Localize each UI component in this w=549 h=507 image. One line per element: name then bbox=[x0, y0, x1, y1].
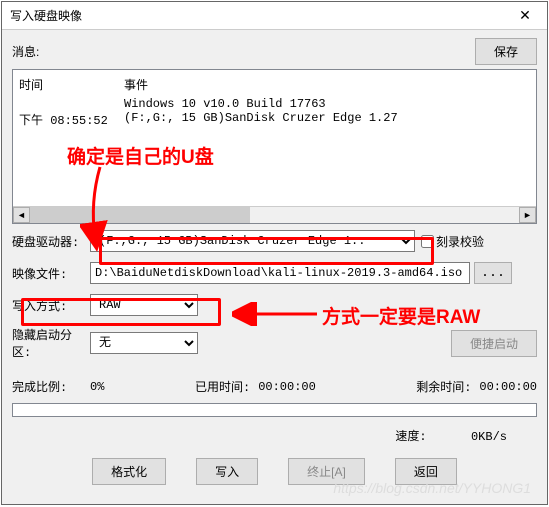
hidden-partition-label: 隐藏启动分区: bbox=[12, 326, 90, 360]
message-label: 消息: bbox=[12, 43, 475, 60]
close-button[interactable]: ✕ bbox=[503, 2, 547, 30]
remain-value: 00:00:00 bbox=[479, 380, 537, 394]
progress-pct-value: 0% bbox=[90, 380, 195, 394]
scroll-right-icon[interactable]: ► bbox=[519, 207, 536, 223]
method-label: 写入方式: bbox=[12, 297, 90, 314]
elapsed-value: 00:00:00 bbox=[258, 380, 316, 394]
progress-bar bbox=[12, 403, 537, 417]
scroll-thumb[interactable] bbox=[30, 207, 250, 223]
image-label: 映像文件: bbox=[12, 265, 90, 282]
verify-checkbox[interactable]: 刻录校验 bbox=[421, 233, 484, 250]
speed-label: 速度: bbox=[395, 430, 426, 444]
convenient-boot-button[interactable]: 便捷启动 bbox=[451, 330, 537, 357]
log-header-time: 时间 bbox=[19, 76, 124, 93]
progress-pct-label: 完成比例: bbox=[12, 378, 90, 395]
drive-select[interactable]: (F:,G:, 15 GB)SanDisk Cruzer Edge 1.: bbox=[90, 230, 415, 252]
scroll-track[interactable] bbox=[30, 207, 519, 223]
write-button[interactable]: 写入 bbox=[196, 458, 258, 485]
remain-label: 剩余时间: bbox=[416, 378, 471, 395]
image-path-input[interactable] bbox=[90, 262, 470, 284]
dialog-window: 写入硬盘映像 ✕ 消息: 保存 时间 事件 Windows 10 v10.0 B… bbox=[1, 1, 548, 505]
titlebar: 写入硬盘映像 ✕ bbox=[2, 2, 547, 30]
annotation-text-usb: 确定是自己的U盘 bbox=[67, 142, 214, 169]
speed-value: 0KB/s bbox=[471, 430, 507, 444]
write-method-select[interactable]: RAW bbox=[90, 294, 198, 316]
window-title: 写入硬盘映像 bbox=[10, 7, 503, 24]
log-body: Windows 10 v10.0 Build 17763 下午 08:55:52… bbox=[13, 97, 536, 128]
browse-button[interactable]: ... bbox=[474, 262, 512, 284]
elapsed-label: 已用时间: bbox=[195, 378, 250, 395]
log-row: 下午 08:55:52 (F:,G:, 15 GB)SanDisk Cruzer… bbox=[19, 111, 530, 128]
verify-checkbox-input[interactable] bbox=[421, 235, 434, 248]
format-button[interactable]: 格式化 bbox=[92, 458, 166, 485]
log-row: Windows 10 v10.0 Build 17763 bbox=[19, 97, 530, 111]
watermark: https://blog.csdn.net/YYHONG1 bbox=[333, 480, 531, 496]
scroll-left-icon[interactable]: ◄ bbox=[13, 207, 30, 223]
drive-label: 硬盘驱动器: bbox=[12, 233, 90, 250]
log-header-event: 事件 bbox=[124, 76, 148, 93]
horizontal-scrollbar[interactable]: ◄ ► bbox=[13, 206, 536, 223]
hidden-partition-select[interactable]: 无 bbox=[90, 332, 198, 354]
save-button[interactable]: 保存 bbox=[475, 38, 537, 65]
annotation-text-raw: 方式一定要是RAW bbox=[322, 302, 480, 329]
